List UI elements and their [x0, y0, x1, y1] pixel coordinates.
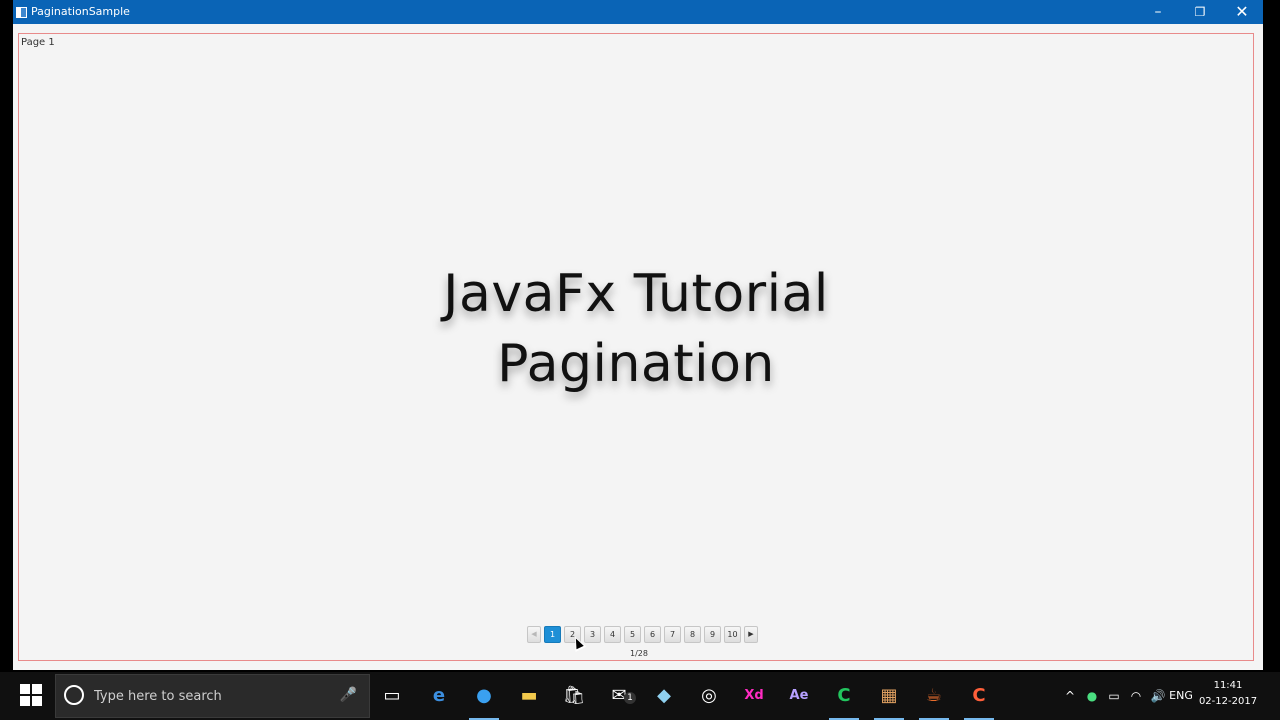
task-view-icon[interactable]: ▭ — [377, 680, 407, 712]
minimize-button[interactable]: – — [1137, 0, 1179, 24]
windows-start-icon[interactable] — [20, 684, 44, 708]
cortana-icon — [64, 685, 84, 705]
camtasia-icon[interactable]: C — [829, 680, 859, 720]
clock-date: 02-12-2017 — [1198, 696, 1258, 707]
page-button-10[interactable]: 10 — [724, 625, 741, 643]
java-icon[interactable]: ☕ — [919, 680, 949, 720]
page-button-8[interactable]: 8 — [684, 625, 701, 643]
edge-browser-icon[interactable]: e — [424, 680, 454, 712]
microphone-icon[interactable]: 🎤 — [340, 687, 357, 703]
page-button-4[interactable]: 4 — [604, 625, 621, 643]
language-indicator[interactable]: ENG — [1166, 680, 1196, 712]
next-page-button[interactable]: ▶ — [744, 625, 758, 643]
notes-icon[interactable]: ◆ — [649, 680, 679, 712]
taskbar-search[interactable]: 🎤 — [55, 674, 370, 718]
firefox-icon[interactable]: ● — [469, 680, 499, 720]
page-button-5[interactable]: 5 — [624, 625, 641, 643]
page-button-7[interactable]: 7 — [664, 625, 681, 643]
restore-button[interactable]: ❐ — [1179, 0, 1221, 24]
page-button-3[interactable]: 3 — [584, 625, 601, 643]
adobe-xd-icon[interactable]: Xd — [739, 680, 769, 712]
groove-icon[interactable]: ◎ — [694, 680, 724, 712]
app-window: PaginationSample – ❐ ✕ Page 1 JavaFx Tut… — [13, 0, 1263, 670]
mail-badge: 1 — [624, 692, 636, 704]
taskbar: 🎤 ▭ e ● ▬ 🛍 ✉1 ◆ ◎ Xd Ae C ▦ ☕ C ^ ● ▭ ◠… — [0, 672, 1280, 720]
page-button-6[interactable]: 6 — [644, 625, 661, 643]
previous-page-button[interactable]: ◀ — [527, 625, 541, 643]
app-icon-generic[interactable]: ▦ — [874, 680, 904, 720]
page-heading: JavaFx Tutorial Pagination — [19, 259, 1253, 399]
after-effects-icon[interactable]: Ae — [784, 680, 814, 712]
window-title: PaginationSample — [31, 5, 130, 18]
page-button-1[interactable]: 1 — [544, 625, 561, 643]
close-button[interactable]: ✕ — [1221, 0, 1263, 24]
store-icon[interactable]: 🛍 — [559, 680, 589, 712]
search-input[interactable] — [92, 685, 326, 707]
mail-icon[interactable]: ✉ 1 — [604, 680, 636, 712]
pagination-bar: ◀ 1 2 3 4 5 6 7 8 9 10 ▶ — [527, 624, 758, 644]
heading-line-2: Pagination — [497, 334, 775, 394]
app-icon — [16, 7, 27, 18]
title-bar[interactable]: PaginationSample – ❐ ✕ — [13, 0, 1263, 24]
pagination-content: Page 1 JavaFx Tutorial Pagination ◀ 1 2 … — [18, 33, 1254, 661]
page-count-label: 1/28 — [630, 649, 648, 658]
taskbar-clock[interactable]: 11:41 02-12-2017 — [1196, 678, 1260, 710]
page-button-9[interactable]: 9 — [704, 625, 721, 643]
page-label: Page 1 — [21, 37, 55, 48]
clock-time: 11:41 — [1213, 680, 1243, 691]
recorder-icon[interactable]: C — [964, 680, 994, 720]
file-explorer-icon[interactable]: ▬ — [514, 680, 544, 712]
heading-line-1: JavaFx Tutorial — [443, 264, 829, 324]
